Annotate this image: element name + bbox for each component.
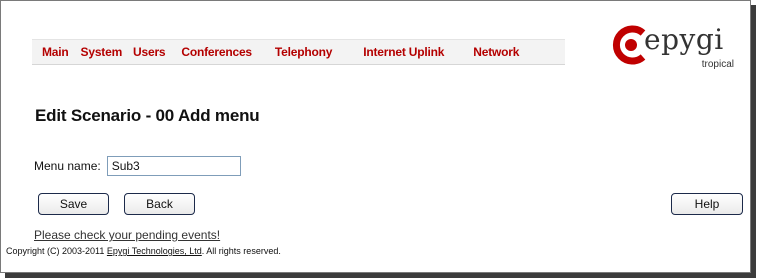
menu-name-input[interactable] — [106, 156, 241, 176]
company-link[interactable]: Epygi Technologies, Ltd — [107, 246, 202, 256]
menu-name-row: Menu name: — [34, 156, 241, 176]
nav-main[interactable]: Main — [42, 45, 69, 59]
copyright-suffix: . All rights reserved. — [201, 246, 281, 256]
main-frame: Main System Users Conferences Telephony … — [0, 0, 751, 273]
nav-internet-uplink[interactable]: Internet Uplink — [363, 45, 444, 59]
page-title: Edit Scenario - 00 Add menu — [35, 106, 260, 125]
back-button[interactable]: Back — [124, 193, 195, 215]
nav-users[interactable]: Users — [133, 45, 166, 59]
main-nav: Main System Users Conferences Telephony … — [32, 39, 565, 65]
nav-telephony[interactable]: Telephony — [275, 45, 333, 59]
copyright-footer: Copyright (C) 2003-2011 Epygi Technologi… — [6, 246, 281, 256]
logo-wordmark: epygi — [644, 23, 724, 56]
menu-name-label: Menu name: — [34, 159, 101, 173]
help-button[interactable]: Help — [671, 193, 743, 215]
logo-subtitle: tropical — [701, 59, 734, 70]
copyright-prefix: Copyright (C) 2003-2011 — [6, 246, 107, 256]
epygi-logo: epygi tropical — [610, 23, 740, 81]
nav-system[interactable]: System — [81, 45, 123, 59]
nav-network[interactable]: Network — [473, 45, 519, 59]
nav-conferences[interactable]: Conferences — [181, 45, 252, 59]
pending-events-link[interactable]: Please check your pending events! — [34, 228, 220, 242]
save-button[interactable]: Save — [38, 193, 109, 215]
